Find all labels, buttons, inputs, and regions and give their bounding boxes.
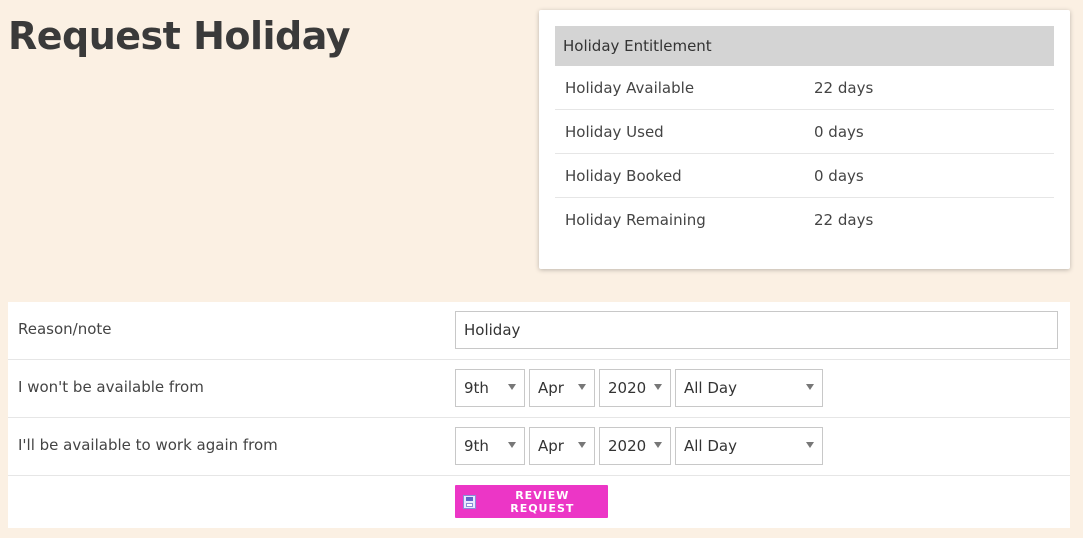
reason-row: Reason/note: [8, 302, 1070, 360]
from-day-select[interactable]: 9th: [455, 369, 525, 407]
to-month-select[interactable]: Apr: [529, 427, 595, 465]
entitlement-label: Holiday Used: [565, 122, 664, 141]
available-again-label: I'll be available to work again from: [18, 436, 278, 454]
from-month-select[interactable]: Apr: [529, 369, 595, 407]
holiday-entitlement-card: Holiday Entitlement Holiday Available 22…: [539, 10, 1070, 269]
chevron-down-icon: [508, 442, 516, 448]
to-year-select[interactable]: 2020: [599, 427, 671, 465]
page-title: Request Holiday: [8, 14, 350, 58]
from-year-value: 2020: [608, 379, 647, 397]
unavailable-from-label: I won't be available from: [18, 378, 204, 396]
chevron-down-icon: [578, 442, 586, 448]
entitlement-label: Holiday Booked: [565, 166, 682, 185]
save-icon: [463, 494, 476, 509]
entitlement-row-booked: Holiday Booked 0 days: [555, 154, 1054, 198]
to-period-select[interactable]: All Day: [675, 427, 823, 465]
chevron-down-icon: [806, 442, 814, 448]
entitlement-row-available: Holiday Available 22 days: [555, 66, 1054, 110]
to-year-value: 2020: [608, 437, 647, 455]
entitlement-label: Holiday Remaining: [565, 210, 706, 229]
from-year-select[interactable]: 2020: [599, 369, 671, 407]
to-period-value: All Day: [684, 437, 737, 455]
from-day-value: 9th: [464, 379, 489, 397]
chevron-down-icon: [654, 442, 662, 448]
entitlement-label: Holiday Available: [565, 78, 695, 97]
to-day-select[interactable]: 9th: [455, 427, 525, 465]
entitlement-value: 22 days: [814, 78, 874, 97]
chevron-down-icon: [508, 384, 516, 390]
chevron-down-icon: [806, 384, 814, 390]
review-request-button[interactable]: REVIEW REQUEST: [455, 485, 608, 518]
entitlement-table: Holiday Entitlement Holiday Available 22…: [555, 26, 1054, 241]
available-again-row: I'll be available to work again from 9th…: [8, 418, 1070, 476]
from-period-select[interactable]: All Day: [675, 369, 823, 407]
entitlement-row-remaining: Holiday Remaining 22 days: [555, 198, 1054, 241]
to-day-value: 9th: [464, 437, 489, 455]
entitlement-row-used: Holiday Used 0 days: [555, 110, 1054, 154]
chevron-down-icon: [578, 384, 586, 390]
from-month-value: Apr: [538, 379, 564, 397]
from-period-value: All Day: [684, 379, 737, 397]
reason-label: Reason/note: [18, 320, 112, 338]
reason-input[interactable]: [455, 311, 1058, 349]
chevron-down-icon: [654, 384, 662, 390]
unavailable-from-row: I won't be available from 9th Apr 2020 A…: [8, 360, 1070, 418]
review-request-label: REVIEW REQUEST: [510, 488, 575, 515]
holiday-request-form: Reason/note I won't be available from 9t…: [8, 302, 1070, 528]
entitlement-value: 0 days: [814, 122, 864, 141]
to-month-value: Apr: [538, 437, 564, 455]
entitlement-header: Holiday Entitlement: [555, 26, 1054, 66]
entitlement-value: 0 days: [814, 166, 864, 185]
entitlement-value: 22 days: [814, 210, 874, 229]
